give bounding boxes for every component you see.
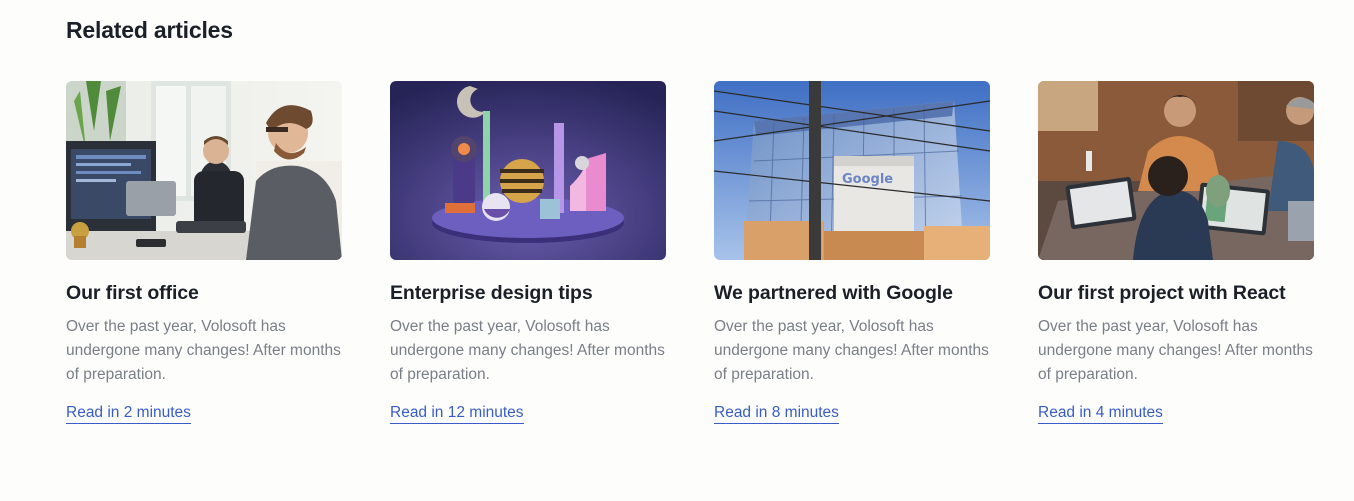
- article-image-office[interactable]: [66, 81, 342, 260]
- article-card: Enterprise design tips Over the past yea…: [390, 81, 666, 424]
- shapes-illustration: [390, 81, 666, 260]
- article-description: Over the past year, Volosoft has undergo…: [390, 318, 665, 383]
- article-description: Over the past year, Volosoft has undergo…: [714, 318, 989, 383]
- read-time-link[interactable]: Read in 2 minutes: [66, 403, 191, 424]
- article-card: Google We partnered with Google Over the…: [714, 81, 990, 424]
- article-image-react[interactable]: [1038, 81, 1314, 260]
- read-time-link[interactable]: Read in 8 minutes: [714, 403, 839, 424]
- team-photo: [1038, 81, 1314, 260]
- read-time-link[interactable]: Read in 12 minutes: [390, 403, 524, 424]
- article-title[interactable]: Enterprise design tips: [390, 281, 666, 305]
- article-description: Over the past year, Volosoft has undergo…: [1038, 318, 1313, 383]
- read-time-link[interactable]: Read in 4 minutes: [1038, 403, 1163, 424]
- article-card: Our first office Over the past year, Vol…: [66, 81, 342, 424]
- article-title[interactable]: We partnered with Google: [714, 281, 990, 305]
- article-title[interactable]: Our first project with React: [1038, 281, 1314, 305]
- office-photo: [66, 81, 342, 260]
- article-image-google[interactable]: Google: [714, 81, 990, 260]
- svg-text:Google: Google: [842, 172, 893, 187]
- articles-grid: Our first office Over the past year, Vol…: [66, 81, 1314, 424]
- article-card: Our first project with React Over the pa…: [1038, 81, 1314, 424]
- section-title: Related articles: [66, 17, 233, 43]
- article-description: Over the past year, Volosoft has undergo…: [66, 318, 341, 383]
- article-image-design[interactable]: [390, 81, 666, 260]
- building-photo: Google: [714, 81, 990, 260]
- article-title[interactable]: Our first office: [66, 281, 342, 305]
